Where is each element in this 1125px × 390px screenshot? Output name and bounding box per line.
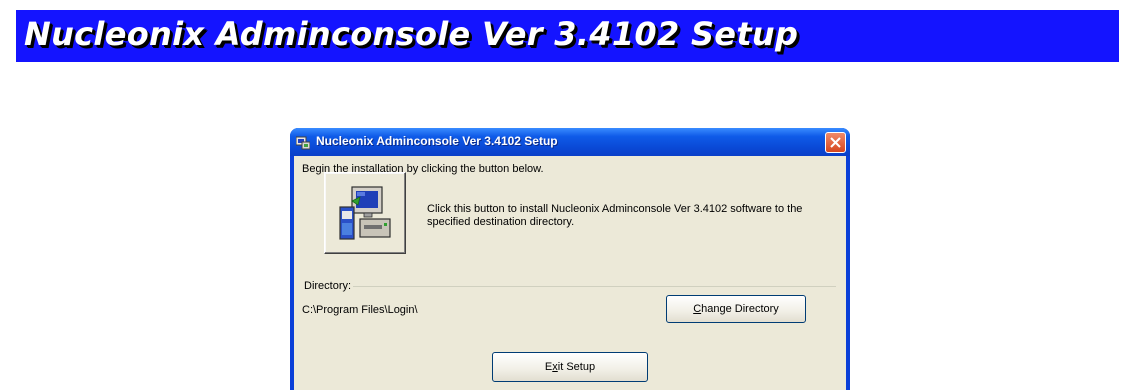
setup-computer-icon [295, 135, 311, 150]
exit-setup-rest: it Setup [557, 361, 596, 373]
close-button[interactable] [825, 132, 846, 153]
exit-setup-button[interactable]: Exit Setup [492, 352, 648, 382]
close-icon [830, 137, 841, 148]
change-directory-rest: hange Directory [701, 303, 779, 315]
dialog-client-area: Begin the installation by clicking the b… [294, 156, 846, 390]
title-bar[interactable]: Nucleonix Adminconsole Ver 3.4102 Setup [290, 128, 850, 156]
dialog-title: Nucleonix Adminconsole Ver 3.4102 Setup [316, 134, 558, 148]
install-button[interactable] [324, 172, 406, 254]
banner-title: Nucleonix Adminconsole Ver 3.4102 Setup [24, 15, 799, 53]
install-description: Click this button to install Nucleonix A… [427, 203, 803, 228]
change-directory-button[interactable]: Change Directory [666, 295, 806, 323]
change-directory-mnemonic: C [693, 303, 702, 315]
directory-label: Directory: [302, 280, 354, 292]
install-computer-icon [339, 186, 391, 240]
page-banner: Nucleonix Adminconsole Ver 3.4102 Setup [16, 10, 1119, 62]
setup-dialog: Nucleonix Adminconsole Ver 3.4102 Setup … [290, 128, 850, 390]
directory-path: C:\Program Files\Login\ [302, 304, 418, 316]
